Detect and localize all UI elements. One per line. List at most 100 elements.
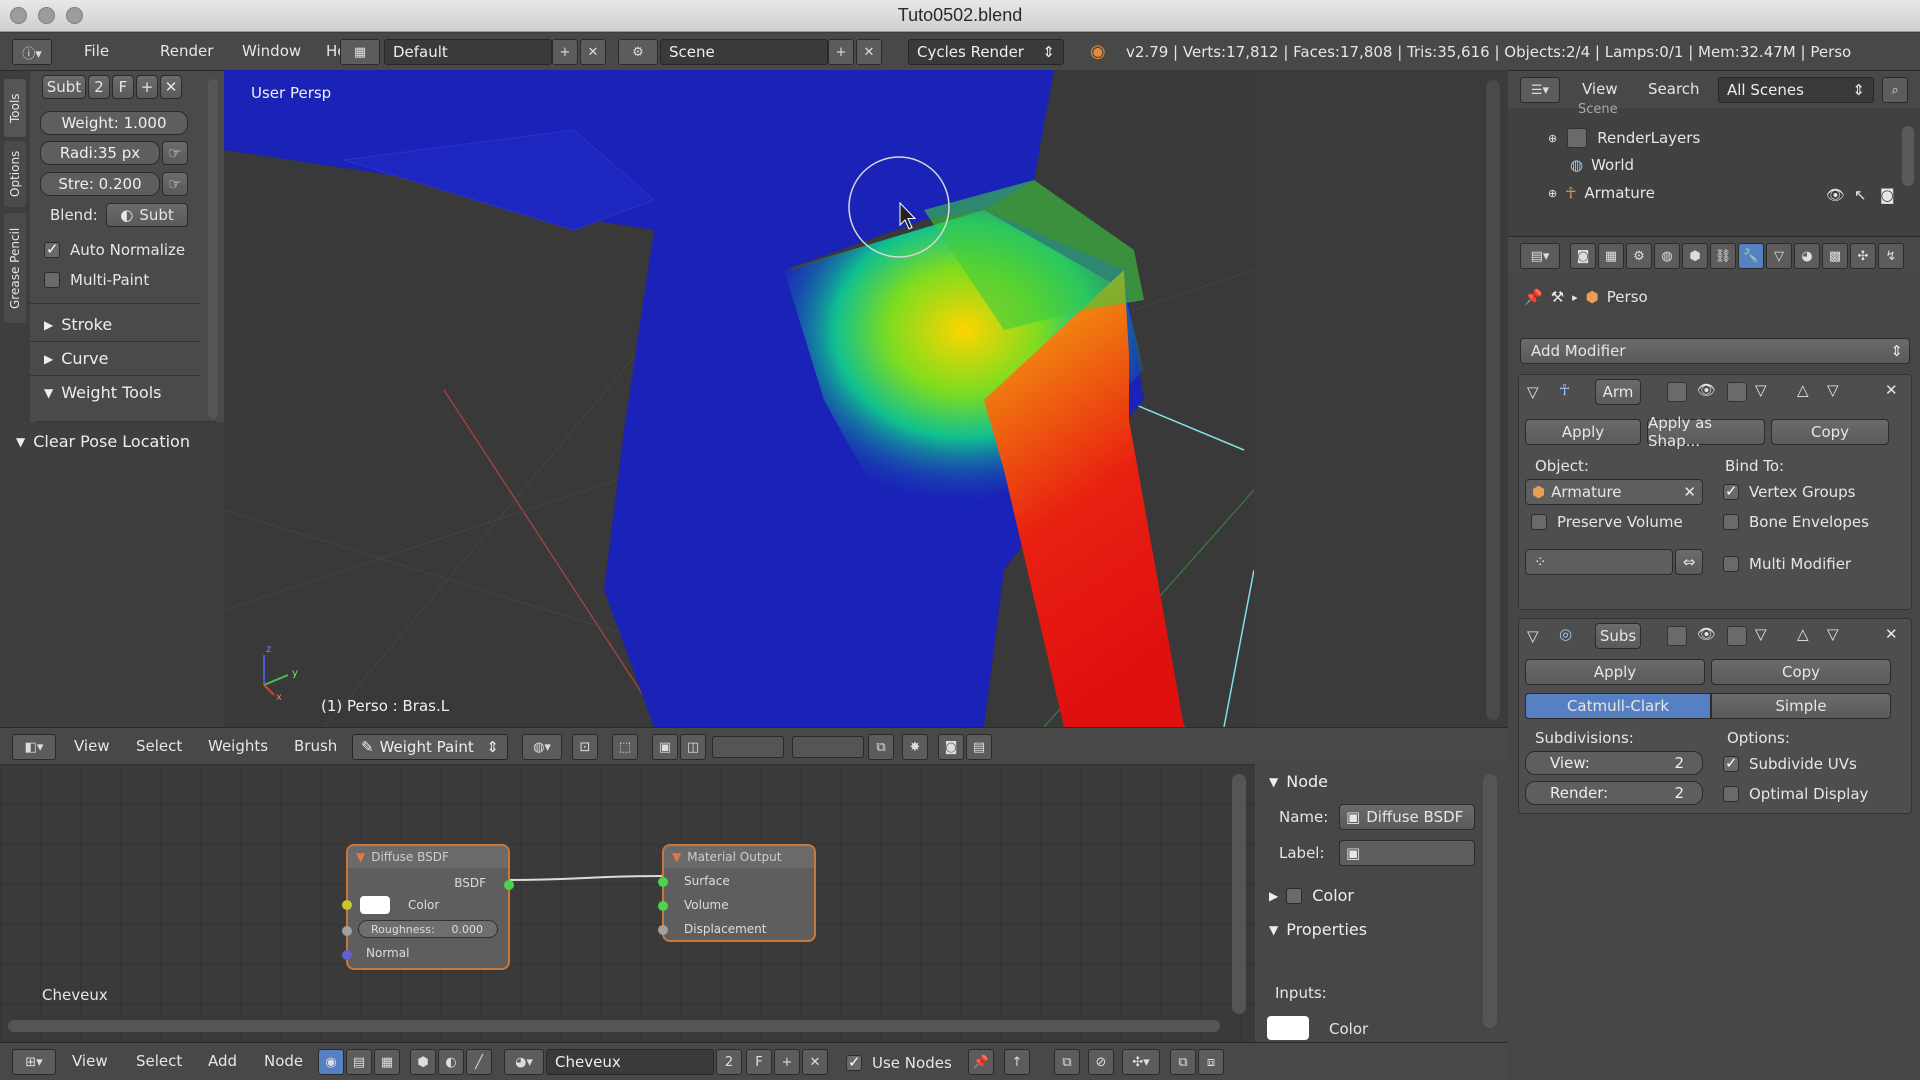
viewport-shading-icon[interactable]: ◍▾ [522,734,562,760]
add-material-icon[interactable]: + [774,1049,800,1075]
move-up-icon[interactable]: △ [1797,381,1809,399]
armature-copy-button[interactable]: Copy [1771,419,1889,445]
radius-pressure-icon[interactable]: ☞ [162,141,188,165]
subsurf-copy-button[interactable]: Copy [1711,659,1891,685]
editmode-toggle-icon[interactable] [1727,626,1747,646]
render-tab-icon[interactable]: ◙ [1570,243,1596,269]
pivot-icon[interactable]: ⊡ [572,734,598,760]
mode-selector[interactable]: ✎ Weight Paint ⇕ [352,734,508,760]
invert-vertex-group-icon[interactable]: ⇔ [1675,549,1703,575]
cage-icon[interactable]: ▽ [1755,625,1767,643]
vertex-groups-row[interactable]: Vertex Groups [1723,482,1855,501]
multi-modifier-checkbox[interactable] [1723,556,1739,572]
node-panel-header[interactable]: ▼ Node [1269,772,1328,791]
normal-socket[interactable] [342,950,352,960]
diffuse-color-swatch[interactable] [360,896,390,914]
scene-selector[interactable]: Scene [660,39,828,65]
multi-paint-checkbox[interactable] [44,272,60,288]
node-editor[interactable]: ▼ Diffuse BSDF BSDF Color Roughness: 0.000… [0,764,1255,1044]
roughness-socket[interactable] [342,926,352,936]
curve-panel-header[interactable]: ▶ Curve [44,349,108,368]
move-up-icon[interactable]: △ [1797,625,1809,643]
render-layers-tab-icon[interactable]: ▦ [1598,243,1624,269]
auto-normalize-checkbox[interactable] [44,240,60,258]
remove-material-icon[interactable]: ✕ [802,1049,828,1075]
bsdf-output-socket[interactable] [504,880,514,890]
preserve-volume-row[interactable]: Preserve Volume [1531,513,1683,531]
parent-node-icon[interactable]: ↑ [1004,1049,1030,1075]
face-mask-icon[interactable]: ⬚ [612,734,638,760]
tab-options[interactable]: Options [4,141,26,207]
strength-slider[interactable]: Stre: 0.200 [40,172,160,196]
move-down-icon[interactable]: ▽ [1827,625,1839,643]
viewport-eye-icon[interactable]: 👁 [1697,625,1716,643]
render-anim-icon[interactable]: ▤ [966,734,992,760]
snap-target-icon[interactable]: ✣▾ [1122,1049,1160,1075]
subdivide-uvs-checkbox[interactable] [1723,754,1739,772]
subsurf-modifier-name[interactable]: Subs [1595,623,1641,649]
snap-icon[interactable]: ✸ [902,734,928,760]
tab-tools[interactable]: Tools [4,79,26,137]
roughness-slider[interactable]: Roughness: 0.000 [358,920,498,938]
menu-file[interactable]: File [72,42,121,60]
vertex-groups-checkbox[interactable] [1723,482,1739,500]
volume-socket[interactable] [658,901,668,911]
select-arrow-icon[interactable]: ↖ [1854,186,1867,204]
outliner-item-armature[interactable]: ⊕ ☥ Armature [1548,184,1655,202]
node-panel-scrollbar[interactable] [1483,774,1497,1028]
search-icon[interactable]: ⌕ [1882,77,1908,103]
input-color-swatch[interactable] [1267,1016,1309,1040]
outliner-menu-view[interactable]: View [1582,80,1618,98]
object-shader-icon[interactable]: ⬢ [410,1049,436,1075]
render-camera-icon[interactable]: ◙ [1880,186,1895,204]
outliner-item-scene[interactable]: Scene [1578,102,1618,117]
node-menu-select[interactable]: Select [136,1052,182,1070]
pin-icon[interactable]: 📌 [1524,288,1543,306]
subdiv-view-field[interactable]: View: 2 [1525,751,1703,775]
menu-brush[interactable]: Brush [294,737,337,755]
constraints-tab-icon[interactable]: ⛓ [1710,243,1736,269]
surface-socket[interactable] [658,877,668,887]
compositing-nodes-icon[interactable]: ▤ [346,1049,372,1075]
simple-toggle[interactable]: Simple [1711,693,1891,719]
editmode-toggle-icon[interactable] [1727,382,1747,402]
render-toggle-icon[interactable] [1667,626,1687,646]
editor-type-outliner-icon[interactable]: ☰▾ [1520,77,1560,103]
editor-type-3d-icon[interactable]: ◧▾ [12,734,56,760]
armature-apply-button[interactable]: Apply [1525,419,1641,445]
color-panel-header[interactable]: ▶ Color [1269,886,1354,905]
shader-nodes-icon[interactable]: ◉ [318,1049,344,1075]
menu-weights[interactable]: Weights [208,737,268,755]
outliner-item-world[interactable]: ◍ World [1570,156,1634,174]
subdivide-uvs-row[interactable]: Subdivide UVs [1723,754,1857,773]
node-menu-node[interactable]: Node [264,1052,303,1070]
node-name-field[interactable]: ▣ Diffuse BSDF [1339,804,1475,830]
texture-nodes-icon[interactable]: ▦ [374,1049,400,1075]
use-nodes-row[interactable]: Use Nodes [846,1053,952,1072]
data-tab-icon[interactable]: ▽ [1766,243,1792,269]
tool-shelf-scrollbar[interactable] [208,79,218,419]
optimal-display-checkbox[interactable] [1723,786,1739,802]
cage-icon[interactable]: ▽ [1755,381,1767,399]
viewport-scrollbar[interactable] [1486,80,1500,720]
editor-type-node-icon[interactable]: ⊞▾ [12,1049,56,1075]
vertex-group-field[interactable]: ⁘ [1525,549,1673,575]
add-brush-icon[interactable]: + [136,75,158,99]
mask-icon[interactable]: ◫ [680,734,706,760]
preserve-volume-checkbox[interactable] [1531,514,1547,530]
multi-paint-row[interactable]: Multi-Paint [44,271,149,289]
render-icon[interactable]: ◙ [938,734,964,760]
menu-select[interactable]: Select [136,737,182,755]
modifiers-tab-icon[interactable]: 🔧 [1738,243,1764,269]
remove-brush-icon[interactable]: ✕ [160,75,182,99]
snap-element-icon[interactable]: ⊘ [1088,1049,1114,1075]
auto-normalize-row[interactable]: Auto Normalize [44,240,185,259]
color-socket[interactable] [342,900,352,910]
node-label-field[interactable]: ▣ [1339,840,1475,866]
armature-object-field[interactable]: ⬢ Armature ✕ [1525,479,1703,505]
outliner-menu-search[interactable]: Search [1648,80,1700,98]
scene-icon[interactable]: ⚙ [618,39,658,65]
outliner-item-renderlayers[interactable]: ⊕ RenderLayers [1548,128,1700,148]
use-nodes-checkbox[interactable] [846,1053,862,1071]
copy-nodes-icon[interactable]: ⧉ [1170,1049,1196,1075]
